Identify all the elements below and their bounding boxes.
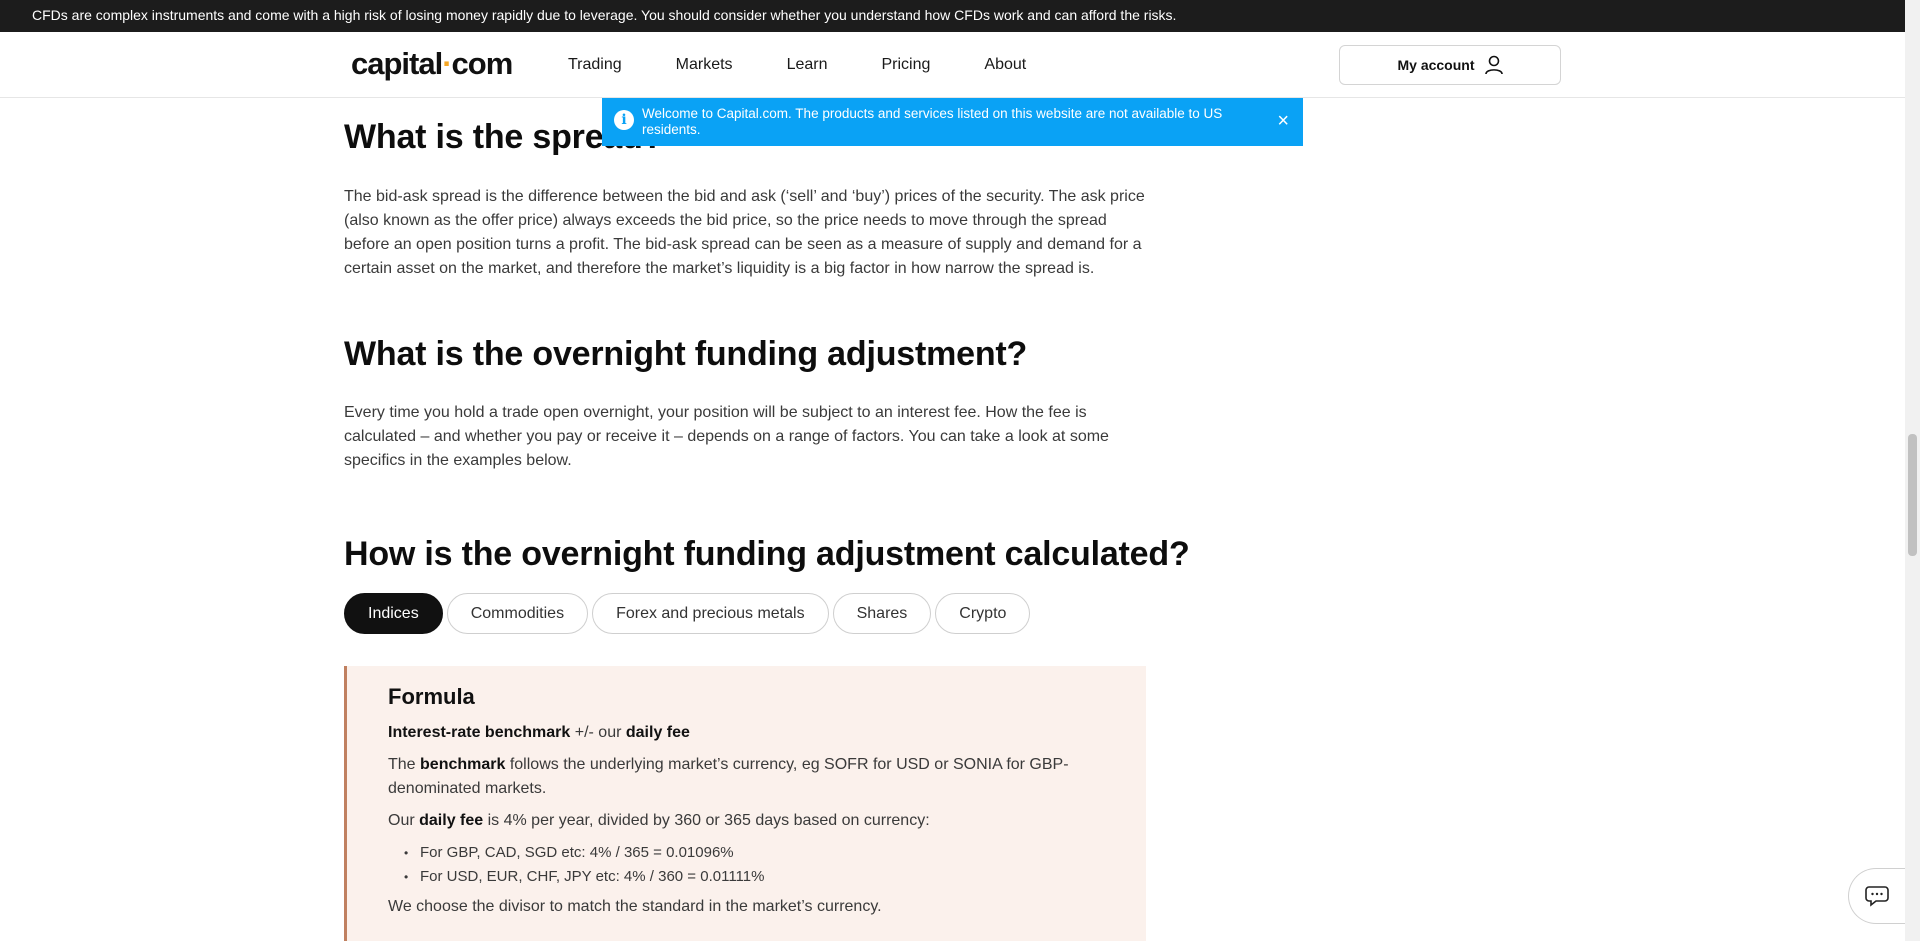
my-account-button[interactable]: My account [1339, 45, 1561, 85]
benchmark-explanation: The benchmark follows the underlying mar… [388, 756, 1069, 797]
divisor-note: We choose the divisor to match the stand… [388, 898, 882, 915]
main-nav: Trading Markets Learn Pricing About [568, 32, 1080, 98]
user-icon [1484, 55, 1503, 75]
list-item: For GBP, CAD, SGD etc: 4% / 365 = 0.0109… [404, 841, 1106, 865]
page-scrollbar[interactable] [1905, 0, 1920, 941]
info-icon: i [614, 110, 634, 130]
formula-line: Interest-rate benchmark +/- our daily fe… [388, 724, 690, 741]
fee-list: For GBP, CAD, SGD etc: 4% / 365 = 0.0109… [404, 841, 1106, 889]
chat-icon [1865, 886, 1889, 907]
asset-class-tabs: Indices Commodities Forex and precious m… [344, 593, 1034, 634]
my-account-label: My account [1397, 57, 1475, 73]
tab-shares[interactable]: Shares [832, 593, 932, 634]
close-icon[interactable]: × [1277, 109, 1289, 133]
risk-warning-text: CFDs are complex instruments and come wi… [32, 7, 1177, 23]
nav-trading[interactable]: Trading [568, 56, 622, 74]
overnight-paragraph: Every time you hold a trade open overnig… [344, 404, 1109, 469]
chat-button[interactable] [1848, 868, 1905, 924]
notice-text: Welcome to Capital.com. The products and… [642, 106, 1223, 137]
formula-heading: Formula [388, 684, 475, 709]
tab-commodities[interactable]: Commodities [446, 593, 589, 634]
capital-com-logo[interactable]: capital·com [351, 45, 513, 83]
nav-markets[interactable]: Markets [676, 56, 733, 74]
tab-crypto[interactable]: Crypto [935, 593, 1031, 634]
nav-learn[interactable]: Learn [787, 56, 828, 74]
tab-forex-precious-metals[interactable]: Forex and precious metals [592, 593, 829, 634]
overnight-heading: What is the overnight funding adjustment… [344, 335, 1028, 373]
us-residents-notice: i Welcome to Capital.com. The products a… [602, 98, 1303, 146]
spread-paragraph: The bid-ask spread is the difference bet… [344, 188, 1145, 277]
list-item: For USD, EUR, CHF, JPY etc: 4% / 360 = 0… [404, 865, 1106, 889]
risk-warning-bar: CFDs are complex instruments and come wi… [0, 0, 1905, 32]
scrollbar-thumb[interactable] [1908, 434, 1917, 556]
daily-fee-explanation: Our daily fee is 4% per year, divided by… [388, 812, 930, 829]
site-header: capital·com Trading Markets Learn Pricin… [0, 32, 1905, 98]
formula-panel: Formula Interest-rate benchmark +/- our … [344, 666, 1146, 941]
nav-pricing[interactable]: Pricing [881, 56, 930, 74]
nav-about[interactable]: About [984, 56, 1026, 74]
tab-indices[interactable]: Indices [344, 593, 443, 634]
calculation-heading: How is the overnight funding adjustment … [344, 535, 1190, 573]
